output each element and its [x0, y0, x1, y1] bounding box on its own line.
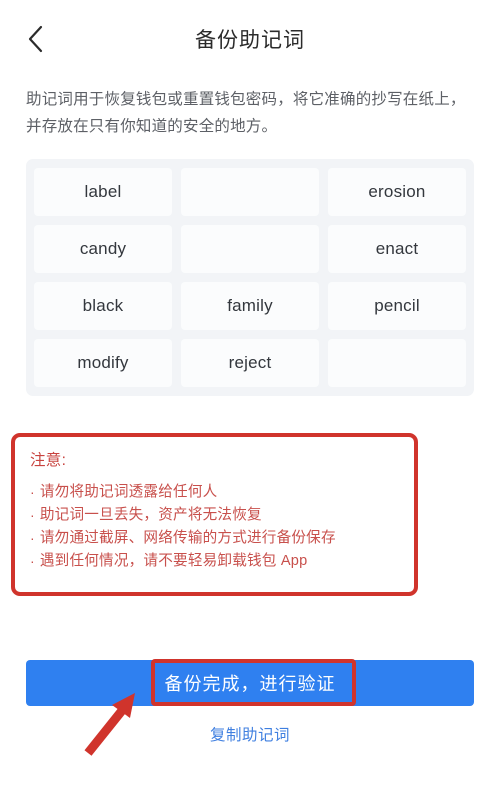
bullet-icon: ·: [30, 484, 35, 500]
warning-title: 注意:: [30, 452, 67, 469]
verify-backup-button[interactable]: 备份完成，进行验证: [26, 660, 474, 706]
mnemonic-grid: label erosion candy enact black family p…: [34, 168, 466, 388]
warning-list: · 请勿将助记词透露给任何人 · 助记词一旦丢失，资产将无法恢复 · 请勿通过截…: [30, 481, 414, 573]
copy-mnemonic-link[interactable]: 复制助记词: [0, 723, 500, 745]
warning-list-item: · 请勿通过截屏、网络传输的方式进行备份保存: [30, 527, 414, 550]
bullet-icon: ·: [30, 530, 35, 547]
page-title: 备份助记词: [195, 29, 305, 52]
app-header: 备份助记词: [0, 0, 500, 78]
warning-list-item: · 助记词一旦丢失，资产将无法恢复: [30, 504, 414, 527]
mnemonic-word-cell[interactable]: erosion: [328, 168, 466, 217]
warning-item-text: 遇到任何情况，请不要轻易卸载钱包 App: [39, 553, 308, 570]
mnemonic-word-cell[interactable]: enact: [328, 225, 466, 274]
mnemonic-word-cell[interactable]: [328, 339, 466, 388]
mnemonic-word-cell[interactable]: candy: [34, 225, 172, 274]
bullet-icon: ·: [30, 507, 35, 524]
bullet-icon: ·: [30, 553, 35, 570]
mnemonic-word-cell[interactable]: label: [34, 168, 172, 217]
chevron-left-icon: [27, 25, 44, 53]
mnemonic-grid-container: label erosion candy enact black family p…: [26, 159, 474, 397]
mnemonic-word-cell[interactable]: pencil: [328, 282, 466, 331]
mnemonic-word-cell[interactable]: reject: [181, 339, 319, 388]
warning-list-item: · 请勿将助记词透露给任何人: [30, 481, 414, 504]
warning-box: 注意: · 请勿将助记词透露给任何人 · 助记词一旦丢失，资产将无法恢复 · 请…: [11, 433, 418, 596]
warning-item-text: 请勿将助记词透露给任何人: [39, 484, 218, 500]
warning-item-text: 助记词一旦丢失，资产将无法恢复: [39, 507, 262, 524]
mnemonic-word-cell[interactable]: [181, 168, 319, 217]
mnemonic-word-cell[interactable]: black: [34, 282, 172, 331]
warning-item-text: 请勿通过截屏、网络传输的方式进行备份保存: [39, 530, 336, 547]
mnemonic-word-cell[interactable]: family: [181, 282, 319, 331]
mnemonic-word-cell[interactable]: [181, 225, 319, 274]
description-text: 助记词用于恢复钱包或重置钱包密码，将它准确的抄写在纸上，并存放在只有你知道的安全…: [26, 91, 466, 136]
mnemonic-word-cell[interactable]: modify: [34, 339, 172, 388]
warning-list-item: · 遇到任何情况，请不要轻易卸载钱包 App: [30, 550, 414, 573]
back-button[interactable]: [18, 22, 52, 56]
